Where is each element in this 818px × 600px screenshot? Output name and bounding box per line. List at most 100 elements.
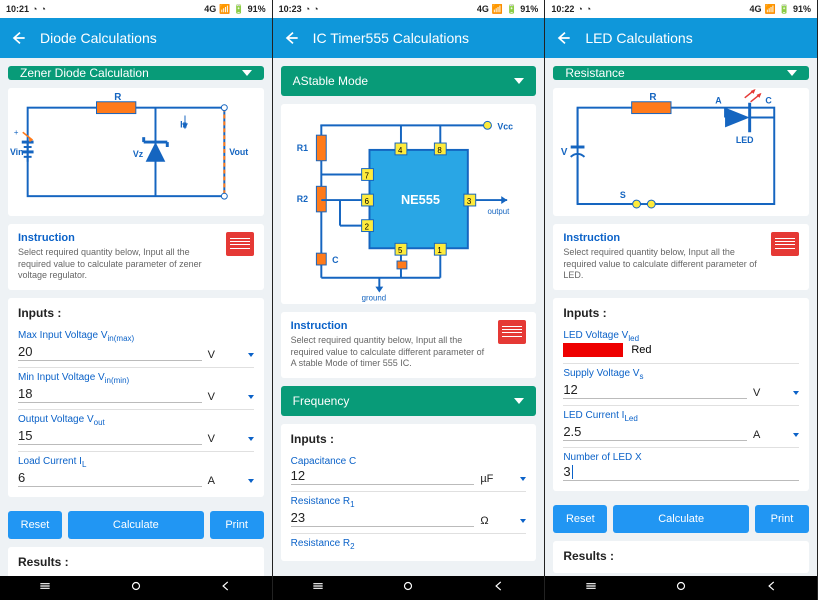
svg-text:Vcc: Vcc: [497, 121, 513, 131]
unit-select[interactable]: V: [753, 387, 799, 399]
field-c: Capacitance C 12 µF: [291, 452, 527, 492]
book-icon[interactable]: [498, 320, 526, 344]
color-swatch[interactable]: [563, 343, 623, 357]
dropdown-label: Resistance: [565, 66, 624, 80]
field-vled: LED Voltage Vled Red: [563, 326, 799, 364]
inputs-card: Inputs : Max Input Voltage Vin(max) 20 V…: [8, 298, 264, 497]
input-iled[interactable]: 2.5: [563, 423, 747, 441]
instruction-heading: Instruction: [563, 232, 763, 244]
input-vout[interactable]: 15: [18, 427, 202, 445]
instruction-body: Select required quantity below, Input al…: [291, 335, 491, 370]
home-icon[interactable]: [674, 579, 688, 598]
unit-select[interactable]: µF: [480, 473, 526, 485]
inputs-heading: Inputs :: [18, 306, 254, 320]
svg-text:6: 6: [364, 197, 369, 206]
calculate-button[interactable]: Calculate: [68, 511, 204, 539]
unit-select[interactable]: A: [753, 429, 799, 441]
chevron-down-icon: [787, 70, 797, 76]
unit-select[interactable]: V: [208, 349, 254, 361]
action-row: Reset Calculate Print: [8, 511, 264, 539]
color-name: Red: [631, 344, 651, 356]
dropdown-calc-type[interactable]: Resistance: [553, 66, 809, 80]
circuit-diagram: R + Vin Vz Iz Vout: [8, 88, 264, 216]
field-r1: Resistance R1 23 Ω: [291, 492, 527, 534]
inputs-heading: Inputs :: [291, 432, 527, 446]
back-icon[interactable]: [283, 30, 299, 46]
back-icon[interactable]: [10, 30, 26, 46]
results-heading: Results :: [18, 555, 254, 569]
inputs-heading: Inputs :: [563, 306, 799, 320]
print-button[interactable]: Print: [210, 511, 264, 539]
dropdown-label: AStable Mode: [293, 74, 368, 88]
home-icon[interactable]: [129, 579, 143, 598]
back-nav-icon[interactable]: [765, 579, 779, 598]
input-min-vin[interactable]: 18: [18, 385, 202, 403]
back-nav-icon[interactable]: [219, 579, 233, 598]
back-nav-icon[interactable]: [492, 579, 506, 598]
svg-text:Vz: Vz: [133, 149, 144, 159]
recent-apps-icon[interactable]: [38, 579, 52, 598]
input-iload[interactable]: 6: [18, 469, 202, 487]
chevron-down-icon: [514, 78, 524, 84]
svg-text:R2: R2: [296, 194, 307, 204]
unit-select[interactable]: V: [208, 391, 254, 403]
svg-text:+: +: [14, 128, 19, 137]
svg-text:2: 2: [364, 223, 368, 232]
dropdown-output[interactable]: Frequency: [281, 386, 537, 416]
recent-apps-icon[interactable]: [311, 579, 325, 598]
svg-text:C: C: [332, 255, 339, 265]
book-icon[interactable]: [771, 232, 799, 256]
results-card: Results :: [553, 541, 809, 573]
app-bar: IC Timer555 Calculations: [273, 18, 545, 58]
results-card: Results :: [8, 547, 264, 576]
page-title: LED Calculations: [585, 30, 692, 46]
print-button[interactable]: Print: [755, 505, 809, 533]
unit-select[interactable]: A: [208, 475, 254, 487]
input-nled[interactable]: 3: [563, 463, 799, 482]
svg-text:8: 8: [437, 146, 442, 155]
field-max-vin: Max Input Voltage Vin(max) 20 V: [18, 326, 254, 368]
status-bar: 10:21 ◔ ◔ 4G📶🔋91%: [0, 0, 272, 18]
screen-led: 10:22 ◔ ◔ 4G📶🔋91% LED Calculations Resis…: [545, 0, 818, 600]
instruction-card: Instruction Select required quantity bel…: [281, 312, 537, 378]
svg-text:A: A: [716, 96, 723, 106]
svg-text:3: 3: [466, 197, 471, 206]
circuit-diagram: Vcc R1 R2 C NE555 4 8 7 6 2 3 5: [281, 104, 537, 304]
svg-text:R: R: [114, 92, 121, 103]
svg-text:ground: ground: [361, 293, 385, 302]
input-vs[interactable]: 12: [563, 381, 747, 399]
instruction-body: Select required quantity below, Input al…: [563, 247, 763, 282]
unit-select[interactable]: Ω: [480, 515, 526, 527]
inputs-card: Inputs : Capacitance C 12 µF Resistance …: [281, 424, 537, 561]
home-icon[interactable]: [401, 579, 415, 598]
nav-bar: [273, 576, 545, 600]
action-row: Reset Calculate Print: [553, 505, 809, 533]
instruction-heading: Instruction: [291, 320, 491, 332]
input-max-vin[interactable]: 20: [18, 343, 202, 361]
input-c[interactable]: 12: [291, 467, 475, 485]
input-r1[interactable]: 23: [291, 509, 475, 527]
calculate-button[interactable]: Calculate: [613, 505, 749, 533]
svg-text:7: 7: [364, 171, 368, 180]
unit-select[interactable]: V: [208, 433, 254, 445]
instruction-card: Instruction Select required quantity bel…: [8, 224, 264, 290]
back-icon[interactable]: [555, 30, 571, 46]
screen-diode: 10:21 ◔ ◔ 4G📶🔋91% Diode Calculations Zen…: [0, 0, 273, 600]
recent-apps-icon[interactable]: [584, 579, 598, 598]
instruction-card: Instruction Select required quantity bel…: [553, 224, 809, 290]
dropdown-calc-type[interactable]: Zener Diode Calculation: [8, 66, 264, 80]
page-title: IC Timer555 Calculations: [313, 30, 469, 46]
svg-text:1: 1: [437, 246, 441, 255]
book-icon[interactable]: [226, 232, 254, 256]
field-min-vin: Min Input Voltage Vin(min) 18 V: [18, 368, 254, 410]
svg-text:R: R: [650, 92, 657, 103]
svg-text:LED: LED: [736, 135, 754, 145]
screen-555: 10:23 ◔ ◔ 4G📶🔋91% IC Timer555 Calculatio…: [273, 0, 546, 600]
reset-button[interactable]: Reset: [8, 511, 62, 539]
reset-button[interactable]: Reset: [553, 505, 607, 533]
svg-text:5: 5: [398, 246, 403, 255]
dropdown-mode[interactable]: AStable Mode: [281, 66, 537, 96]
svg-text:V: V: [561, 147, 568, 158]
field-vs: Supply Voltage Vs 12 V: [563, 364, 799, 406]
instruction-heading: Instruction: [18, 232, 218, 244]
